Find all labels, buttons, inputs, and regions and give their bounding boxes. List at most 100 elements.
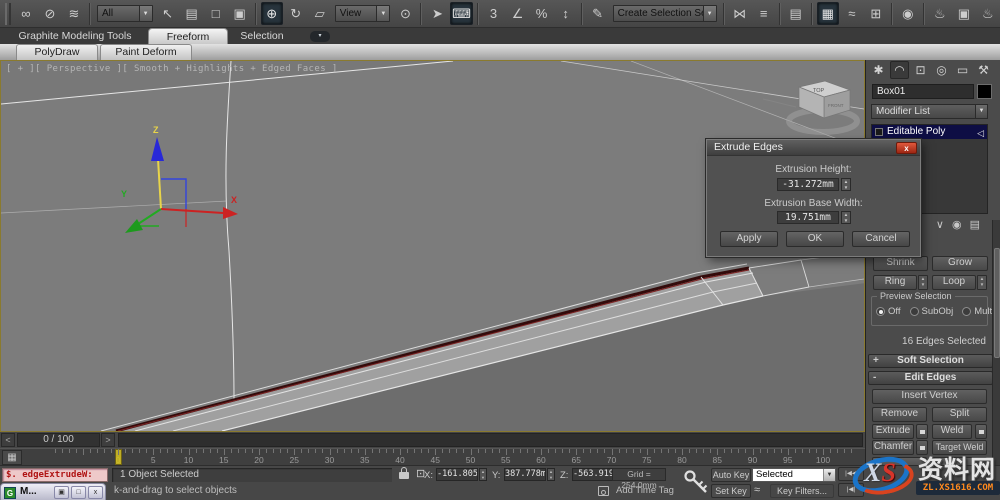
keyboard-override-icon[interactable]: ⌨ <box>450 2 472 25</box>
set-key-button[interactable]: Set Key <box>711 484 751 498</box>
percent-snap-icon[interactable]: % <box>531 2 553 25</box>
key-filter-curve-icon[interactable]: ≈ <box>754 484 760 496</box>
ring-spinner[interactable]: ▲▼ <box>918 275 928 290</box>
close-window-icon[interactable]: x <box>88 486 103 499</box>
schematic-view-icon[interactable]: ⊞ <box>865 2 887 25</box>
subobject-mode-icon[interactable]: ◁ <box>977 126 984 140</box>
chevron-down-icon[interactable]: ▼ <box>703 6 716 21</box>
key-mode-dropdown[interactable]: Selected ▼ <box>752 468 836 482</box>
select-and-manipulate-icon[interactable]: ➤ <box>426 2 448 25</box>
chevron-down-icon[interactable]: ▼ <box>376 6 389 21</box>
split-button[interactable]: Split <box>932 407 987 422</box>
select-and-link-icon[interactable]: ∞ <box>15 2 37 25</box>
ring-button[interactable]: Ring <box>873 275 917 290</box>
modify-tab-icon[interactable]: ◠ <box>890 61 909 79</box>
modifier-list-dropdown[interactable]: Modifier List ▼ <box>871 104 988 119</box>
extrusion-height-spinner[interactable]: ▲▼ <box>841 178 851 191</box>
x-spinner[interactable]: ▲▼ <box>479 468 487 481</box>
y-coordinate-field[interactable]: 387.778mm <box>504 468 546 481</box>
extrusion-height-field[interactable]: -31.272mm <box>777 178 839 191</box>
scrollbar-thumb[interactable] <box>994 248 1000 358</box>
ribbon-minimize-button[interactable]: ▾ <box>310 31 330 42</box>
loop-spinner[interactable]: ▲▼ <box>977 275 987 290</box>
select-and-rotate-icon[interactable]: ↻ <box>285 2 307 25</box>
utilities-tab-icon[interactable]: ⚒ <box>974 61 993 79</box>
reference-coordinate-dropdown[interactable]: View▼ <box>335 5 391 22</box>
weld-button[interactable]: Weld <box>932 424 972 439</box>
loop-button[interactable]: Loop <box>932 275 976 290</box>
unlink-selection-icon[interactable]: ⊘ <box>39 2 61 25</box>
spinner-snap-icon[interactable]: ↕ <box>555 2 577 25</box>
named-selection-set-dropdown[interactable]: Create Selection Se▼ <box>613 5 717 22</box>
toolbar-drag-handle[interactable] <box>5 3 11 25</box>
radio-dot[interactable] <box>910 307 919 316</box>
mini-curve-editor-icon[interactable]: ▦ <box>2 450 22 465</box>
radio-off[interactable]: Off <box>876 306 901 317</box>
selection-filter-dropdown[interactable]: All▼ <box>97 5 153 22</box>
insert-vertex-button[interactable]: Insert Vertex <box>872 389 987 404</box>
object-name-field[interactable]: Box01 <box>872 84 974 99</box>
ribbon-tab-graphite-modeling-tools[interactable]: Graphite Modeling Tools <box>10 28 140 44</box>
shrink-button[interactable]: Shrink <box>873 256 928 271</box>
track-bar-keys-strip[interactable] <box>118 433 863 447</box>
ribbon-subtab-paint-deform[interactable]: Paint Deform <box>100 44 192 60</box>
stack-bulb-icon[interactable] <box>875 128 883 136</box>
show-end-result-icon[interactable]: ◉ <box>952 218 962 233</box>
radio-subobj[interactable]: SubObj <box>910 306 954 317</box>
rectangular-selection-region-icon[interactable]: □ <box>205 2 227 25</box>
edit-named-selection-sets-icon[interactable]: ✎ <box>587 2 609 25</box>
extrude-button[interactable]: Extrude <box>872 424 914 439</box>
minimize-window-icon[interactable]: □ <box>71 486 86 499</box>
previous-frame-arrow-button[interactable]: < <box>1 433 15 447</box>
add-time-tag[interactable]: Add Time Tag <box>616 485 674 496</box>
set-keys-key-icon[interactable] <box>682 468 710 496</box>
viewcube-front-face[interactable]: FRONT <box>828 103 844 108</box>
weld-settings-button[interactable] <box>975 424 987 439</box>
bind-to-space-warp-icon[interactable]: ≋ <box>63 2 85 25</box>
key-filters-button[interactable]: Key Filters... <box>770 484 834 498</box>
snaps-toggle-icon[interactable]: 3 <box>483 2 505 25</box>
z-coordinate-field[interactable]: -563.919m <box>572 468 614 481</box>
restore-window-icon[interactable]: ▣ <box>54 486 69 499</box>
maxscript-mini-listener[interactable]: $. edgeExtrudeW: <box>2 468 108 482</box>
viewport-label[interactable]: [ + ][ Perspective ][ Smooth + Highlight… <box>6 64 338 74</box>
minimized-maxscript-window[interactable]: G M... ▣ □ x <box>0 483 106 500</box>
radio-multi[interactable]: Multi <box>962 306 994 317</box>
cancel-button[interactable]: Cancel <box>852 231 910 247</box>
timeline-ticks[interactable]: 0510152025303540455055606570758085909510… <box>24 449 865 466</box>
auto-key-button[interactable]: Auto Key <box>711 468 751 482</box>
hierarchy-tab-icon[interactable]: ⊡ <box>911 61 930 79</box>
next-frame-arrow-button[interactable]: > <box>101 433 115 447</box>
rendered-frame-window-icon[interactable]: ▣ <box>953 2 975 25</box>
material-editor-icon[interactable]: ◉ <box>897 2 919 25</box>
x-coordinate-field[interactable]: -161.805m <box>436 468 478 481</box>
y-spinner[interactable]: ▲▼ <box>547 468 555 481</box>
rollout-soft-selection[interactable]: +Soft Selection <box>868 354 993 368</box>
select-by-name-icon[interactable]: ▤ <box>181 2 203 25</box>
ribbon-tab-selection[interactable]: Selection <box>232 28 292 44</box>
stack-item-editable-poly[interactable]: Editable Poly ◁ <box>872 125 987 139</box>
object-color-swatch[interactable] <box>977 84 992 99</box>
display-tab-icon[interactable]: ▭ <box>953 61 972 79</box>
motion-tab-icon[interactable]: ◎ <box>932 61 951 79</box>
radio-dot[interactable] <box>962 307 971 316</box>
angle-snap-icon[interactable]: ∠ <box>507 2 529 25</box>
configure-modifier-sets-icon[interactable]: ▤ <box>970 218 980 233</box>
viewcube-top-face[interactable]: TOP <box>813 88 825 94</box>
ok-button[interactable]: OK <box>786 231 844 247</box>
extrusion-base-width-field[interactable]: 19.751mm <box>777 211 839 224</box>
rollout-edit-edges[interactable]: -Edit Edges <box>868 371 993 385</box>
ribbon-subtab-polydraw[interactable]: PolyDraw <box>16 44 98 60</box>
grow-button[interactable]: Grow <box>932 256 988 271</box>
use-pivot-point-center-icon[interactable]: ⊙ <box>394 2 416 25</box>
chevron-down-icon[interactable]: ▼ <box>975 105 987 118</box>
ribbon-tab-freeform[interactable]: Freeform <box>148 28 228 44</box>
extrude-settings-button[interactable] <box>916 424 928 439</box>
graphite-ribbon-toggle-icon[interactable]: ▦ <box>817 2 839 25</box>
window-crossing-icon[interactable]: ▣ <box>229 2 251 25</box>
remove-button[interactable]: Remove <box>872 407 927 422</box>
render-setup-icon[interactable]: ♨ <box>929 2 951 25</box>
apply-button[interactable]: Apply <box>720 231 778 247</box>
align-icon[interactable]: ≡ <box>753 2 775 25</box>
select-and-scale-icon[interactable]: ▱ <box>309 2 331 25</box>
